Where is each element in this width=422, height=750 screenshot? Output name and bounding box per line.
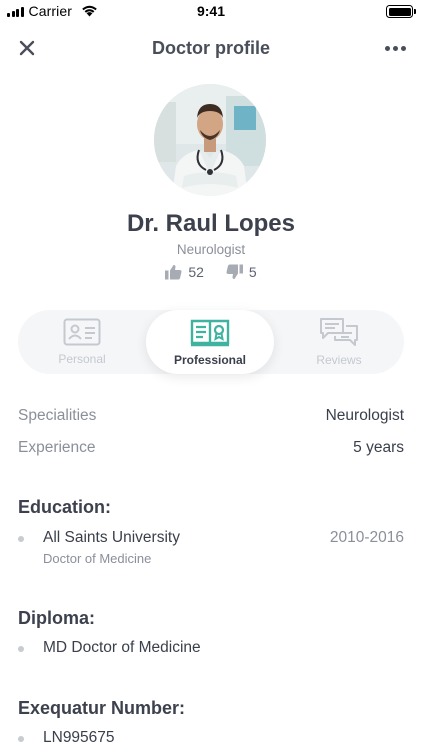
education-years: 2010-2016 (329, 529, 404, 546)
page-title: Doctor profile (151, 38, 270, 58)
dislikes-rating[interactable]: 5 (226, 264, 257, 280)
ratings: 52 5 (0, 264, 422, 280)
education-school: All Saints University (43, 529, 180, 546)
info-row-experience: Experience 5 years (18, 439, 404, 457)
thumbs-down-icon (226, 264, 243, 280)
nav-bar: Doctor profile (0, 30, 422, 66)
id-card-icon (63, 318, 101, 346)
tab-reviews[interactable]: Reviews (274, 310, 404, 374)
exequatur-number: LN995675 (43, 729, 115, 746)
info-value: 5 years (353, 439, 404, 456)
bullet-dot (18, 536, 24, 542)
status-bar: Carrier 9:41 (0, 0, 422, 24)
book-icon (190, 319, 230, 347)
exequatur-title: Exequatur Number: (18, 698, 186, 718)
likes-rating[interactable]: 52 (165, 264, 204, 280)
education-title: Education: (18, 497, 111, 517)
status-time: 9:41 (196, 3, 226, 19)
more-horizontal-icon (384, 45, 390, 51)
thumbs-up-icon (165, 264, 182, 280)
doctor-specialty: Neurologist (176, 242, 246, 257)
tab-personal-label: Personal (58, 352, 106, 366)
info-row-specialities: Specialities Neurologist (18, 407, 404, 425)
tab-professional[interactable]: Professional (146, 310, 274, 374)
tab-personal[interactable]: Personal (18, 310, 146, 374)
doctor-name: Dr. Raul Lopes (126, 210, 296, 237)
bullet-dot (18, 646, 24, 652)
info-label: Specialities (18, 407, 97, 424)
bullet-dot (18, 736, 24, 742)
likes-count: 52 (188, 264, 204, 280)
info-value: Neurologist (325, 407, 404, 424)
chat-bubbles-icon (320, 318, 358, 346)
battery-icon (386, 5, 416, 18)
doctor-avatar (154, 84, 266, 196)
education-degree: Doctor of Medicine (43, 551, 152, 566)
diploma-title: Diploma: (18, 608, 96, 628)
dislikes-count: 5 (248, 264, 257, 280)
tab-reviews-label: Reviews (316, 353, 362, 367)
tab-professional-label: Professional (173, 353, 247, 367)
diploma-text: MD Doctor of Medicine (43, 639, 201, 656)
profile-tabs: Personal Professional Reviews (18, 310, 404, 374)
more-button[interactable] (384, 38, 406, 58)
info-label: Experience (18, 439, 96, 456)
